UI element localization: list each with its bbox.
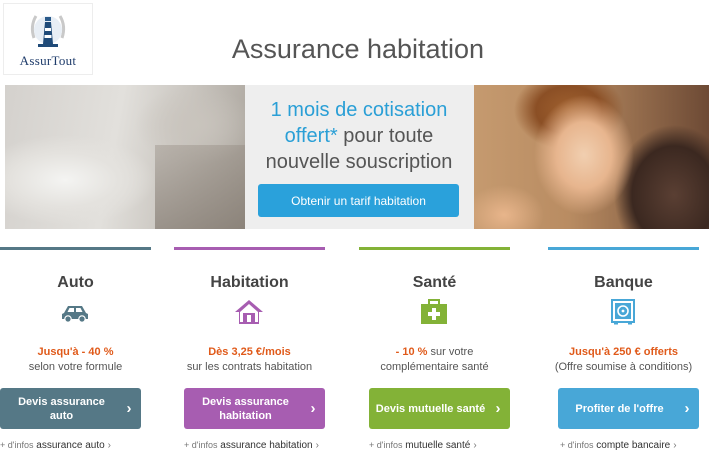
chevron-right-icon: › bbox=[495, 399, 501, 417]
card-title: Auto bbox=[57, 274, 94, 291]
card-auto: Auto Jusqu'à - 40 % selon votre formule … bbox=[0, 247, 151, 463]
card-sante: Santé - 10 % sur votre complémentaire sa… bbox=[359, 247, 510, 463]
devis-habitation-button[interactable]: Devis assurance habitation › bbox=[184, 388, 325, 429]
card-banque: Banque Jusqu'à 250 € offerts (Offre soum… bbox=[548, 247, 699, 463]
chevron-right-icon: › bbox=[473, 440, 477, 451]
info-link-banque[interactable]: + d'infos compte bancaire › bbox=[560, 440, 677, 451]
chevron-right-icon: › bbox=[107, 440, 112, 451]
card-offer-detail: selon votre formule bbox=[28, 361, 123, 373]
card-bar bbox=[174, 247, 325, 250]
safe-icon bbox=[611, 299, 635, 325]
card-bar bbox=[548, 247, 699, 250]
chevron-right-icon: › bbox=[673, 440, 677, 451]
card-title: Habitation bbox=[210, 274, 289, 291]
card-habitation: Habitation Dès 3,25 €/mois sur les contr… bbox=[174, 247, 325, 463]
card-title: Santé bbox=[412, 274, 457, 291]
info-link-sante[interactable]: + d'infos mutuelle santé › bbox=[369, 440, 477, 451]
card-bar bbox=[359, 247, 510, 250]
hero-headline: 1 mois de cotisation offert* pour toute … bbox=[248, 97, 470, 175]
brand-logo[interactable]: AssurTout bbox=[3, 3, 93, 75]
lighthouse-icon bbox=[30, 15, 66, 47]
hero-banner: 1 mois de cotisation offert* pour toute … bbox=[5, 85, 709, 229]
devis-auto-button[interactable]: Devis assurance auto › bbox=[0, 388, 141, 429]
card-title: Banque bbox=[594, 274, 653, 291]
chevron-right-icon: › bbox=[310, 399, 316, 417]
info-link-habitation[interactable]: + d'infos assurance habitation › bbox=[184, 440, 319, 451]
car-icon bbox=[62, 306, 88, 323]
hero-image-bedroom bbox=[5, 85, 245, 229]
chevron-right-icon: › bbox=[684, 399, 690, 417]
card-offer: Jusqu'à 250 € offerts bbox=[569, 346, 678, 358]
first-aid-kit-icon bbox=[421, 299, 447, 324]
hero-cta-button[interactable]: Obtenir un tarif habitation bbox=[258, 184, 459, 217]
card-offer-detail: (Offre soumise à conditions) bbox=[554, 361, 693, 373]
card-bar bbox=[0, 247, 151, 250]
card-offer: Jusqu'à - 40 % bbox=[37, 346, 114, 358]
hero-image-family bbox=[474, 85, 709, 229]
card-offer: Dès 3,25 €/mois bbox=[208, 346, 291, 358]
profiter-offre-button[interactable]: Profiter de l'offre › bbox=[558, 388, 699, 429]
card-offer-detail: sur les contrats habitation bbox=[186, 361, 313, 373]
page-title: Assurance habitation bbox=[231, 34, 485, 64]
chevron-right-icon: › bbox=[126, 399, 132, 417]
brand-name: AssurTout bbox=[19, 53, 77, 68]
info-link-auto[interactable]: + d'infos assurance auto › bbox=[0, 440, 111, 451]
chevron-right-icon: › bbox=[315, 440, 319, 451]
house-icon bbox=[235, 300, 263, 324]
card-offer-detail: complémentaire santé bbox=[380, 361, 489, 373]
card-offer: - 10 % sur votre bbox=[395, 346, 474, 358]
devis-sante-button[interactable]: Devis mutuelle santé › bbox=[369, 388, 510, 429]
